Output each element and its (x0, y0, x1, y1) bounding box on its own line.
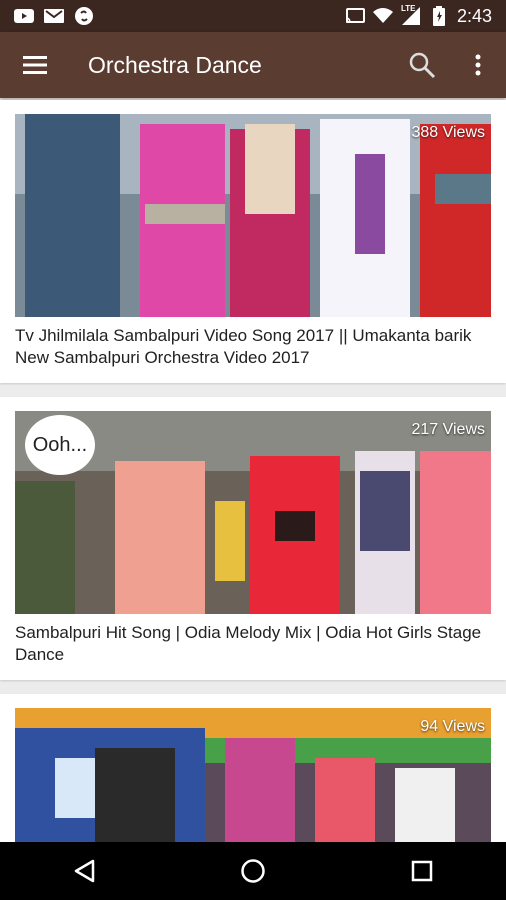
home-icon (241, 859, 265, 883)
view-count: 388 Views (411, 124, 485, 141)
youtube-icon (14, 7, 34, 25)
more-vert-icon (475, 54, 481, 76)
video-title[interactable]: Tv Jhilmilala Sambalpuri Video Song 2017… (15, 325, 491, 369)
video-card[interactable]: Ooh... 217 Views Sambalpuri Hit Song | O… (0, 397, 506, 680)
search-button[interactable] (394, 32, 450, 98)
network-type-label: LTE (400, 4, 416, 13)
lte-signal-icon: LTE (400, 4, 421, 25)
navigation-bar (0, 842, 506, 900)
battery-icon (429, 6, 449, 26)
more-options-button[interactable] (450, 32, 506, 98)
back-icon (75, 859, 95, 883)
wifi-icon (372, 7, 393, 25)
view-count: 94 Views (420, 718, 485, 735)
video-thumbnail[interactable]: 94 Views (15, 708, 491, 842)
status-bar: LTE 2:43 (0, 0, 506, 32)
clock: 2:43 (456, 5, 492, 26)
app-bar: Orchestra Dance (0, 32, 506, 98)
cast-icon (345, 7, 365, 25)
shazam-icon (74, 7, 94, 25)
video-card[interactable]: 388 Views Tv Jhilmilala Sambalpuri Video… (0, 100, 506, 383)
video-thumbnail[interactable]: 388 Views (15, 114, 491, 317)
recents-button[interactable] (382, 842, 462, 900)
menu-icon (23, 56, 47, 74)
video-title[interactable]: Sambalpuri Hit Song | Odia Melody Mix | … (15, 622, 491, 666)
video-feed[interactable]: 388 Views Tv Jhilmilala Sambalpuri Video… (0, 100, 506, 842)
app-title: Orchestra Dance (88, 51, 262, 78)
video-card[interactable]: 94 Views (0, 694, 506, 842)
speech-bubble: Ooh... (25, 415, 95, 475)
search-icon (409, 52, 436, 79)
back-button[interactable] (44, 842, 124, 900)
video-thumbnail[interactable]: Ooh... 217 Views (15, 411, 491, 614)
menu-button[interactable] (0, 32, 70, 98)
recents-icon (411, 860, 432, 882)
speech-bubble-text: Ooh... (32, 433, 88, 456)
home-button[interactable] (213, 842, 293, 900)
gmail-icon (44, 7, 64, 25)
view-count: 217 Views (411, 421, 485, 438)
